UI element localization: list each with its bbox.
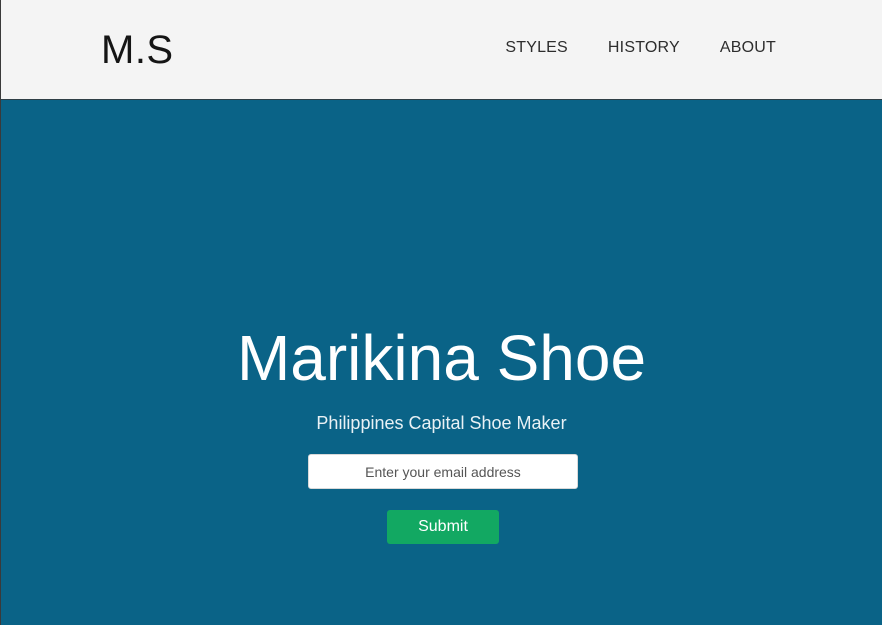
- nav-link-styles[interactable]: STYLES: [505, 38, 568, 58]
- hero-title: Marikina Shoe: [236, 322, 647, 394]
- email-input[interactable]: [308, 454, 578, 489]
- hero-section: Marikina Shoe Philippines Capital Shoe M…: [1, 100, 882, 625]
- main-nav: STYLES HISTORY ABOUT: [505, 38, 776, 58]
- nav-link-history[interactable]: HISTORY: [608, 38, 680, 58]
- site-logo[interactable]: M.S: [101, 28, 174, 72]
- page: M.S STYLES HISTORY ABOUT Marikina Shoe P…: [0, 0, 882, 625]
- hero-subtitle: Philippines Capital Shoe Maker: [316, 413, 567, 433]
- nav-link-about[interactable]: ABOUT: [720, 38, 776, 58]
- site-header: M.S STYLES HISTORY ABOUT: [1, 0, 882, 100]
- submit-button[interactable]: Submit: [387, 510, 499, 544]
